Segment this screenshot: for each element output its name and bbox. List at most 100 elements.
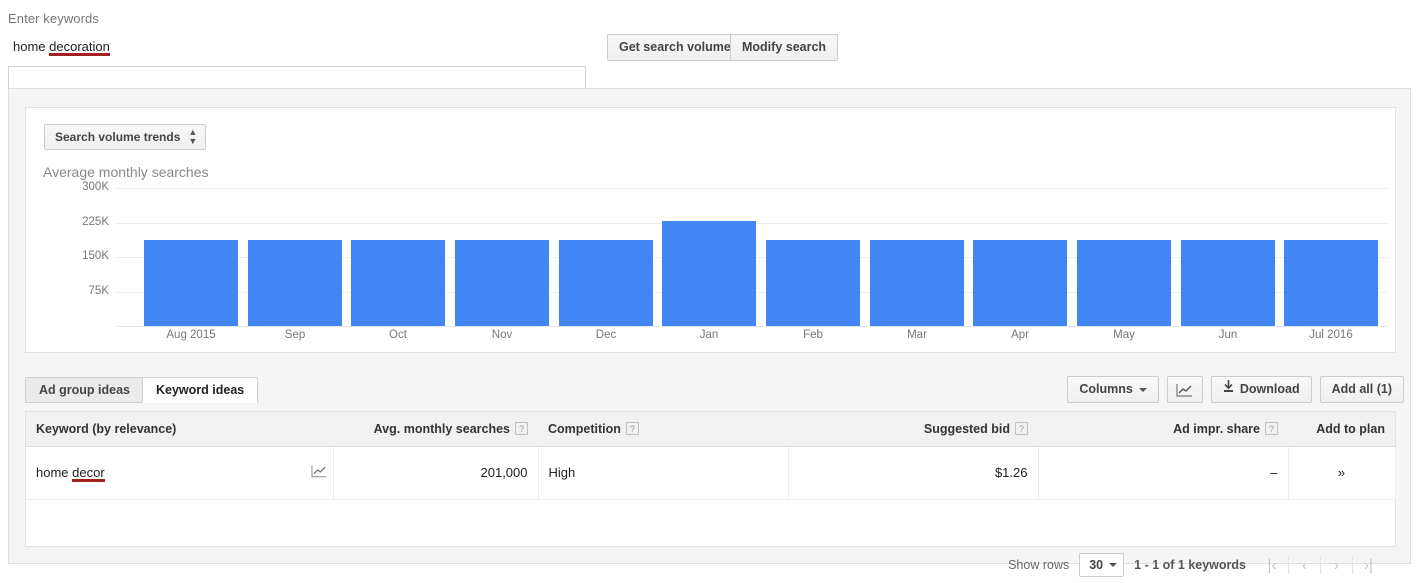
x-axis-tick-label: Oct <box>351 329 445 341</box>
table-header-row: Keyword (by relevance) Avg. monthly sear… <box>26 412 1395 446</box>
help-icon-ad-impr-share[interactable]: ? <box>1265 422 1278 435</box>
col-suggested-bid[interactable]: Suggested bid? <box>788 412 1038 446</box>
col-suggested-bid-label: Suggested bid <box>924 422 1010 436</box>
cell-trend-icon[interactable] <box>311 446 333 499</box>
table-pager: Show rows 30 1 - 1 of 1 keywords |‹ ‹ › … <box>25 547 1396 583</box>
download-button[interactable]: Download <box>1211 376 1312 403</box>
chart-bar[interactable] <box>1077 240 1171 326</box>
rows-per-page-select[interactable]: 30 <box>1079 553 1124 577</box>
chart-bar[interactable] <box>559 240 653 326</box>
keyword-text-ok: home <box>36 465 72 480</box>
cell-keyword[interactable]: home decor <box>26 446 311 499</box>
x-axis-tick-label: Apr <box>973 329 1067 341</box>
search-volume-chart-card: Search volume trends ▲▼ Average monthly … <box>25 107 1396 353</box>
chart-bar[interactable] <box>144 240 238 326</box>
line-chart-icon <box>1176 383 1193 397</box>
col-competition[interactable]: Competition? <box>538 412 788 446</box>
cell-competition: High <box>538 446 788 499</box>
first-page-button[interactable]: |‹ <box>1256 557 1288 574</box>
rows-per-page-value: 30 <box>1089 554 1103 576</box>
x-axis-tick-label: Aug 2015 <box>144 329 238 341</box>
col-competition-label: Competition <box>548 422 621 436</box>
prev-page-button[interactable]: ‹ <box>1288 557 1320 574</box>
help-icon-suggested-bid[interactable]: ? <box>1015 422 1028 435</box>
keyword-ideas-table-card: Keyword (by relevance) Avg. monthly sear… <box>25 411 1396 547</box>
keyword-ideas-table: Keyword (by relevance) Avg. monthly sear… <box>26 412 1396 500</box>
chart-bar[interactable] <box>1181 240 1275 326</box>
keyword-text-ok: home <box>13 39 49 54</box>
chevron-down-icon <box>1109 563 1117 567</box>
col-ad-impr-share-label: Ad impr. share <box>1173 422 1260 436</box>
show-rows-label: Show rows <box>1008 558 1069 572</box>
chart-bar[interactable] <box>1284 240 1378 326</box>
chart-view-select[interactable]: Search volume trends ▲▼ <box>44 124 206 150</box>
chart-bar[interactable] <box>766 240 860 326</box>
col-avg-monthly-searches[interactable]: Avg. monthly searches? <box>333 412 538 446</box>
chart-bar[interactable] <box>870 240 964 326</box>
col-avg-monthly-searches-label: Avg. monthly searches <box>374 422 510 436</box>
tab-keyword-ideas[interactable]: Keyword ideas <box>142 377 258 403</box>
x-axis-tick-label: Mar <box>870 329 964 341</box>
chart-bars <box>144 188 1388 326</box>
x-axis-tick-label: Sep <box>248 329 342 341</box>
chart-bar[interactable] <box>351 240 445 326</box>
get-search-volume-button[interactable]: Get search volume <box>607 34 743 61</box>
download-icon <box>1223 377 1234 402</box>
search-area: Enter keywords home decoration Get searc… <box>0 0 1419 80</box>
keyword-text-misspelled: decoration <box>49 39 110 56</box>
table-toolbar: Columns Download Add all (1) <box>1067 376 1404 403</box>
x-axis-tick-label: Jun <box>1181 329 1275 341</box>
help-icon-avg-monthly-searches[interactable]: ? <box>515 422 528 435</box>
cell-avg-monthly-searches: 201,000 <box>333 446 538 499</box>
chart-plot-area: 300K225K150K75K Aug 2015SepOctNovDecJanF… <box>43 188 1388 353</box>
next-page-button[interactable]: › <box>1320 557 1352 574</box>
pager-range-label: 1 - 1 of 1 keywords <box>1134 558 1246 572</box>
chart-toggle-button[interactable] <box>1167 376 1203 403</box>
x-axis-tick-label: Nov <box>455 329 549 341</box>
table-row: home decor 201,000 High $1.26 – » <box>26 446 1395 499</box>
chart-bar[interactable] <box>973 240 1067 326</box>
cell-add-to-plan-button[interactable]: » <box>1288 446 1395 499</box>
chart-x-axis-labels: Aug 2015 Sep Oct Nov Dec Jan Feb Mar Apr May Jun Ju… <box>144 329 1388 349</box>
columns-button[interactable]: Columns <box>1067 376 1158 403</box>
enter-keywords-label: Enter keywords <box>8 11 99 26</box>
download-button-label: Download <box>1240 382 1300 396</box>
axis-baseline <box>116 326 1388 327</box>
chart-bar[interactable] <box>248 240 342 326</box>
help-icon-competition[interactable]: ? <box>626 422 639 435</box>
keyword-text-misspelled: decor <box>72 465 105 482</box>
x-axis-tick-label: Feb <box>766 329 860 341</box>
results-panel: Search volume trends ▲▼ Average monthly … <box>8 88 1411 564</box>
col-keyword-label: Keyword (by relevance) <box>36 422 176 436</box>
col-add-to-plan-label: Add to plan <box>1316 422 1385 436</box>
x-axis-tick-label: Dec <box>559 329 653 341</box>
tab-ad-group-ideas[interactable]: Ad group ideas <box>25 377 144 403</box>
keyword-input-wrapper[interactable]: home decoration <box>4 33 582 61</box>
x-axis-tick-label: Jan <box>662 329 756 341</box>
up-down-arrows-icon: ▲▼ <box>188 128 197 146</box>
x-axis-tick-label: Jul 2016 <box>1284 329 1378 341</box>
x-axis-tick-label: May <box>1077 329 1171 341</box>
line-chart-icon <box>311 464 327 478</box>
columns-button-label: Columns <box>1079 382 1132 396</box>
keyword-input-text: home decoration <box>13 39 110 54</box>
cell-suggested-bid: $1.26 <box>788 446 1038 499</box>
modify-search-button[interactable]: Modify search <box>730 34 838 61</box>
chart-view-select-label: Search volume trends <box>55 125 180 149</box>
y-axis-tick-label: 150K <box>43 250 109 262</box>
col-add-to-plan: Add to plan <box>1288 412 1395 446</box>
chart-bar[interactable] <box>662 221 756 326</box>
y-axis-tick-label: 225K <box>43 216 109 228</box>
col-ad-impr-share[interactable]: Ad impr. share? <box>1038 412 1288 446</box>
y-axis-tick-label: 75K <box>43 285 109 297</box>
chart-bar[interactable] <box>455 240 549 326</box>
chart-axis-title: Average monthly searches <box>43 164 209 180</box>
last-page-button[interactable]: ›| <box>1352 557 1384 574</box>
y-axis-tick-label: 300K <box>43 181 109 193</box>
tabs-toolbar-strip: Ad group ideas Keyword ideas Columns Dow… <box>9 377 1412 407</box>
chevron-down-icon <box>1139 388 1147 392</box>
pager-nav: |‹ ‹ › ›| <box>1256 557 1384 574</box>
cell-ad-impr-share: – <box>1038 446 1288 499</box>
col-keyword[interactable]: Keyword (by relevance) <box>26 412 333 446</box>
add-all-button[interactable]: Add all (1) <box>1320 376 1404 403</box>
